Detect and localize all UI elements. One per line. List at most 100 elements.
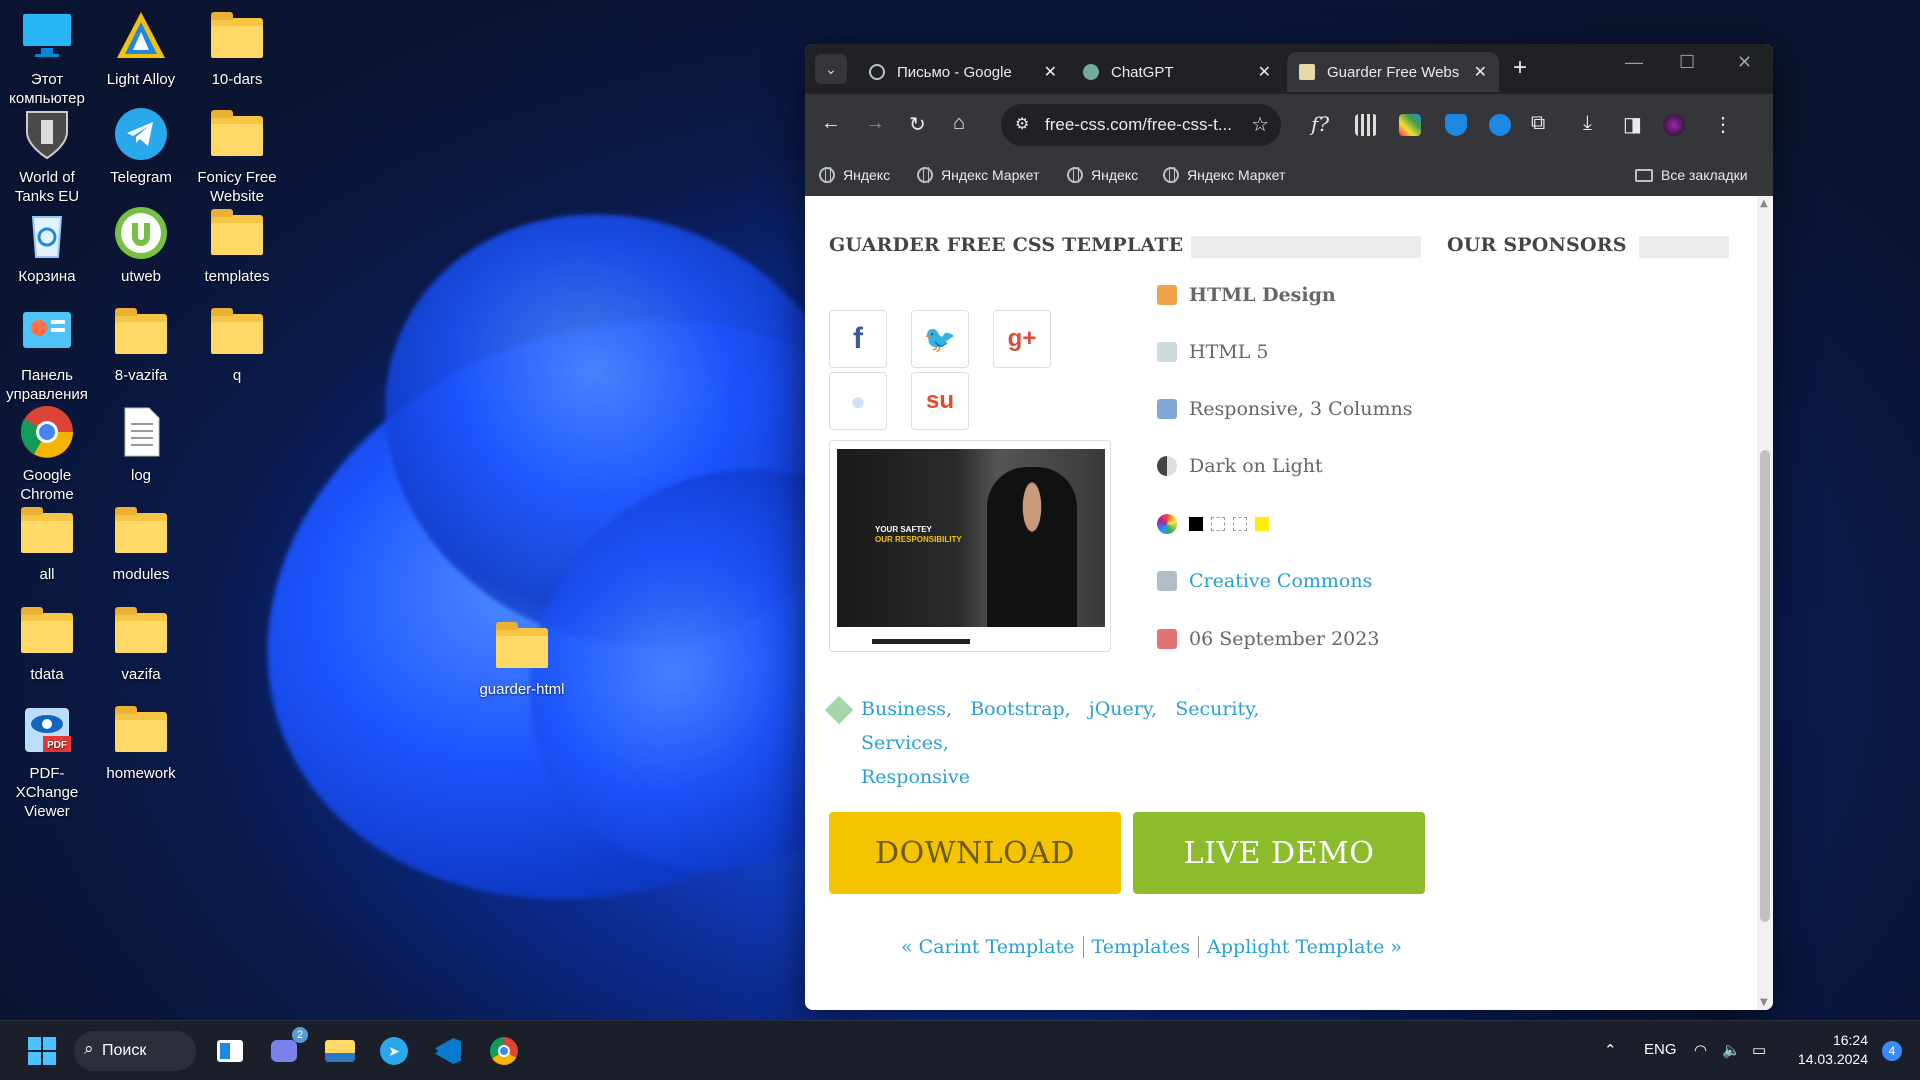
facebook-share-button[interactable]: f bbox=[829, 310, 887, 368]
desktop-icon-pdf-xchange[interactable]: PDF PDF-XChange Viewer bbox=[0, 702, 94, 821]
badge-extension-icon[interactable] bbox=[1489, 114, 1511, 136]
desktop-icon-templates[interactable]: templates bbox=[190, 205, 284, 286]
close-icon[interactable]: ✕ bbox=[1474, 62, 1487, 82]
tag-link[interactable]: jQuery, bbox=[1089, 698, 1157, 720]
extensions-puzzle-icon[interactable]: ⧉ bbox=[1531, 112, 1545, 135]
desktop-icon-log[interactable]: log bbox=[94, 404, 188, 485]
reload-icon[interactable]: ↻ bbox=[909, 112, 926, 137]
pdf-viewer-icon: PDF bbox=[25, 708, 71, 752]
tag-link[interactable]: Responsive bbox=[861, 766, 970, 788]
twitter-share-button[interactable]: 🐦 bbox=[911, 310, 969, 368]
wifi-icon[interactable]: ◠ bbox=[1694, 1041, 1707, 1059]
scroll-up-icon[interactable]: ▲ bbox=[1760, 198, 1768, 209]
address-bar[interactable]: ⚙ free-css.com/free-css-t... ☆ bbox=[1001, 104, 1281, 146]
close-window-icon[interactable]: ✕ bbox=[1737, 52, 1752, 73]
desktop-icon-guarder-html[interactable]: guarder-html bbox=[474, 618, 570, 699]
next-template-link[interactable]: Applight Template » bbox=[1198, 936, 1410, 958]
download-button[interactable]: DOWNLOAD bbox=[829, 812, 1121, 894]
start-button[interactable] bbox=[24, 1033, 60, 1069]
license-link[interactable]: Creative Commons bbox=[1189, 570, 1372, 592]
bookmark-item[interactable]: Яндекс Маркет bbox=[917, 167, 1039, 183]
maximize-icon[interactable]: ☐ bbox=[1679, 52, 1695, 73]
battery-icon[interactable]: ▭ bbox=[1752, 1041, 1766, 1059]
profile-avatar[interactable] bbox=[1663, 114, 1685, 136]
desktop-icon-8-vazifa[interactable]: 8-vazifa bbox=[94, 304, 188, 385]
sponsors-heading: OUR SPONSORS bbox=[1447, 234, 1627, 256]
telegram-taskbar-button[interactable]: ➤ bbox=[376, 1033, 412, 1069]
desktop-icon-recycle-bin[interactable]: Корзина bbox=[0, 205, 94, 286]
desktop-icon-telegram[interactable]: Telegram bbox=[94, 106, 188, 187]
volume-icon[interactable]: 🔈 bbox=[1722, 1041, 1741, 1059]
notification-badge[interactable]: 4 bbox=[1882, 1041, 1902, 1061]
tab-search-button[interactable]: ⌄ bbox=[815, 54, 847, 84]
desktop-icon-fonicy[interactable]: Fonicy Free Website bbox=[190, 106, 284, 206]
meta-value: Dark on Light bbox=[1189, 455, 1323, 477]
side-panel-icon[interactable]: ◨ bbox=[1623, 112, 1642, 137]
desktop-icon-homework[interactable]: homework bbox=[94, 702, 188, 783]
qr-code-extension-icon[interactable] bbox=[1355, 114, 1377, 136]
close-icon[interactable]: ✕ bbox=[1044, 62, 1057, 82]
tank-logo-icon bbox=[26, 111, 68, 160]
control-panel-icon bbox=[23, 312, 71, 348]
tag-link[interactable]: Services, bbox=[861, 732, 949, 754]
meta-license: Creative Commons bbox=[1157, 570, 1372, 592]
desktop-icon-utweb[interactable]: utweb bbox=[94, 205, 188, 286]
desktop-icon-vazifa[interactable]: vazifa bbox=[94, 603, 188, 684]
formula-extension-icon[interactable]: f? bbox=[1311, 112, 1329, 136]
bookmark-star-icon[interactable]: ☆ bbox=[1251, 104, 1269, 146]
file-explorer-button[interactable] bbox=[322, 1033, 358, 1069]
forward-icon[interactable]: → bbox=[865, 112, 885, 135]
clock[interactable]: 16:24 14.03.2024 bbox=[1798, 1031, 1868, 1069]
scroll-down-icon[interactable]: ▼ bbox=[1760, 997, 1768, 1008]
template-preview[interactable]: YOUR SAFTEY OUR RESPONSIBILITY bbox=[829, 440, 1111, 652]
download-icon[interactable]: ⤓ bbox=[1583, 112, 1592, 135]
desktop-icon-tdata[interactable]: tdata bbox=[0, 603, 94, 684]
all-bookmarks-button[interactable]: Все закладки bbox=[1635, 167, 1748, 183]
heading-rule bbox=[1639, 236, 1729, 258]
tab-guarder[interactable]: Guarder Free Webs ✕ bbox=[1287, 52, 1499, 92]
new-tab-button[interactable]: + bbox=[1513, 54, 1527, 82]
desktop-icon-all[interactable]: all bbox=[0, 503, 94, 584]
globe-icon bbox=[1163, 167, 1179, 183]
prev-template-link[interactable]: « Carint Template bbox=[893, 936, 1083, 958]
back-icon[interactable]: ← bbox=[821, 112, 841, 135]
shield-extension-icon[interactable] bbox=[1445, 114, 1467, 136]
home-icon[interactable]: ⌂ bbox=[953, 112, 965, 135]
tag-link[interactable]: Security, bbox=[1175, 698, 1259, 720]
bookmark-item[interactable]: Яндекс Маркет bbox=[1163, 167, 1285, 183]
tab-chatgpt[interactable]: ChatGPT ✕ bbox=[1071, 52, 1283, 92]
stumbleupon-share-button[interactable]: su bbox=[911, 372, 969, 430]
scrollbar-thumb[interactable] bbox=[1760, 450, 1770, 922]
task-view-button[interactable] bbox=[212, 1033, 248, 1069]
teams-chat-button[interactable]: 2 bbox=[266, 1027, 308, 1069]
desktop-icon-label: Панель управления bbox=[6, 367, 88, 403]
tag-link[interactable]: Bootstrap, bbox=[970, 698, 1070, 720]
site-settings-icon[interactable]: ⚙ bbox=[1015, 104, 1029, 146]
templates-link[interactable]: Templates bbox=[1082, 936, 1199, 958]
vscode-taskbar-button[interactable] bbox=[430, 1033, 466, 1069]
desktop-icon-light-alloy[interactable]: Light Alloy bbox=[94, 8, 188, 89]
input-language[interactable]: ENG bbox=[1644, 1041, 1677, 1058]
desktop-icon-control-panel[interactable]: Панель управления bbox=[0, 304, 94, 404]
desktop-icon-q[interactable]: q bbox=[190, 304, 284, 385]
bookmark-item[interactable]: Яндекс bbox=[819, 167, 890, 183]
desktop-icon-this-pc[interactable]: Этот компьютер bbox=[0, 8, 94, 108]
googleplus-share-button[interactable]: g+ bbox=[993, 310, 1051, 368]
close-icon[interactable]: ✕ bbox=[1258, 62, 1271, 82]
live-demo-button[interactable]: LIVE DEMO bbox=[1133, 812, 1425, 894]
show-hidden-icons[interactable]: ⌃ bbox=[1604, 1041, 1617, 1059]
taskbar-search[interactable]: ⌕ Поиск bbox=[74, 1031, 196, 1071]
bookmark-item[interactable]: Яндекс bbox=[1067, 167, 1138, 183]
color-extension-icon[interactable] bbox=[1399, 114, 1421, 136]
chrome-taskbar-button[interactable] bbox=[486, 1033, 522, 1069]
menu-kebab-icon[interactable]: ⋮ bbox=[1713, 112, 1733, 137]
reddit-share-button[interactable]: ● bbox=[829, 372, 887, 430]
tag-link[interactable]: Business, bbox=[861, 698, 952, 720]
minimize-icon[interactable]: — bbox=[1625, 52, 1643, 73]
page-scrollbar[interactable]: ▲ ▼ bbox=[1757, 196, 1773, 1010]
desktop-icon-10-dars[interactable]: 10-dars bbox=[190, 8, 284, 89]
tab-gmail[interactable]: Письмо - Google ✕ bbox=[857, 52, 1069, 92]
desktop-icon-modules[interactable]: modules bbox=[94, 503, 188, 584]
desktop-icon-world-of-tanks[interactable]: World of Tanks EU bbox=[0, 106, 94, 206]
desktop-icon-google-chrome[interactable]: Google Chrome bbox=[0, 404, 94, 504]
